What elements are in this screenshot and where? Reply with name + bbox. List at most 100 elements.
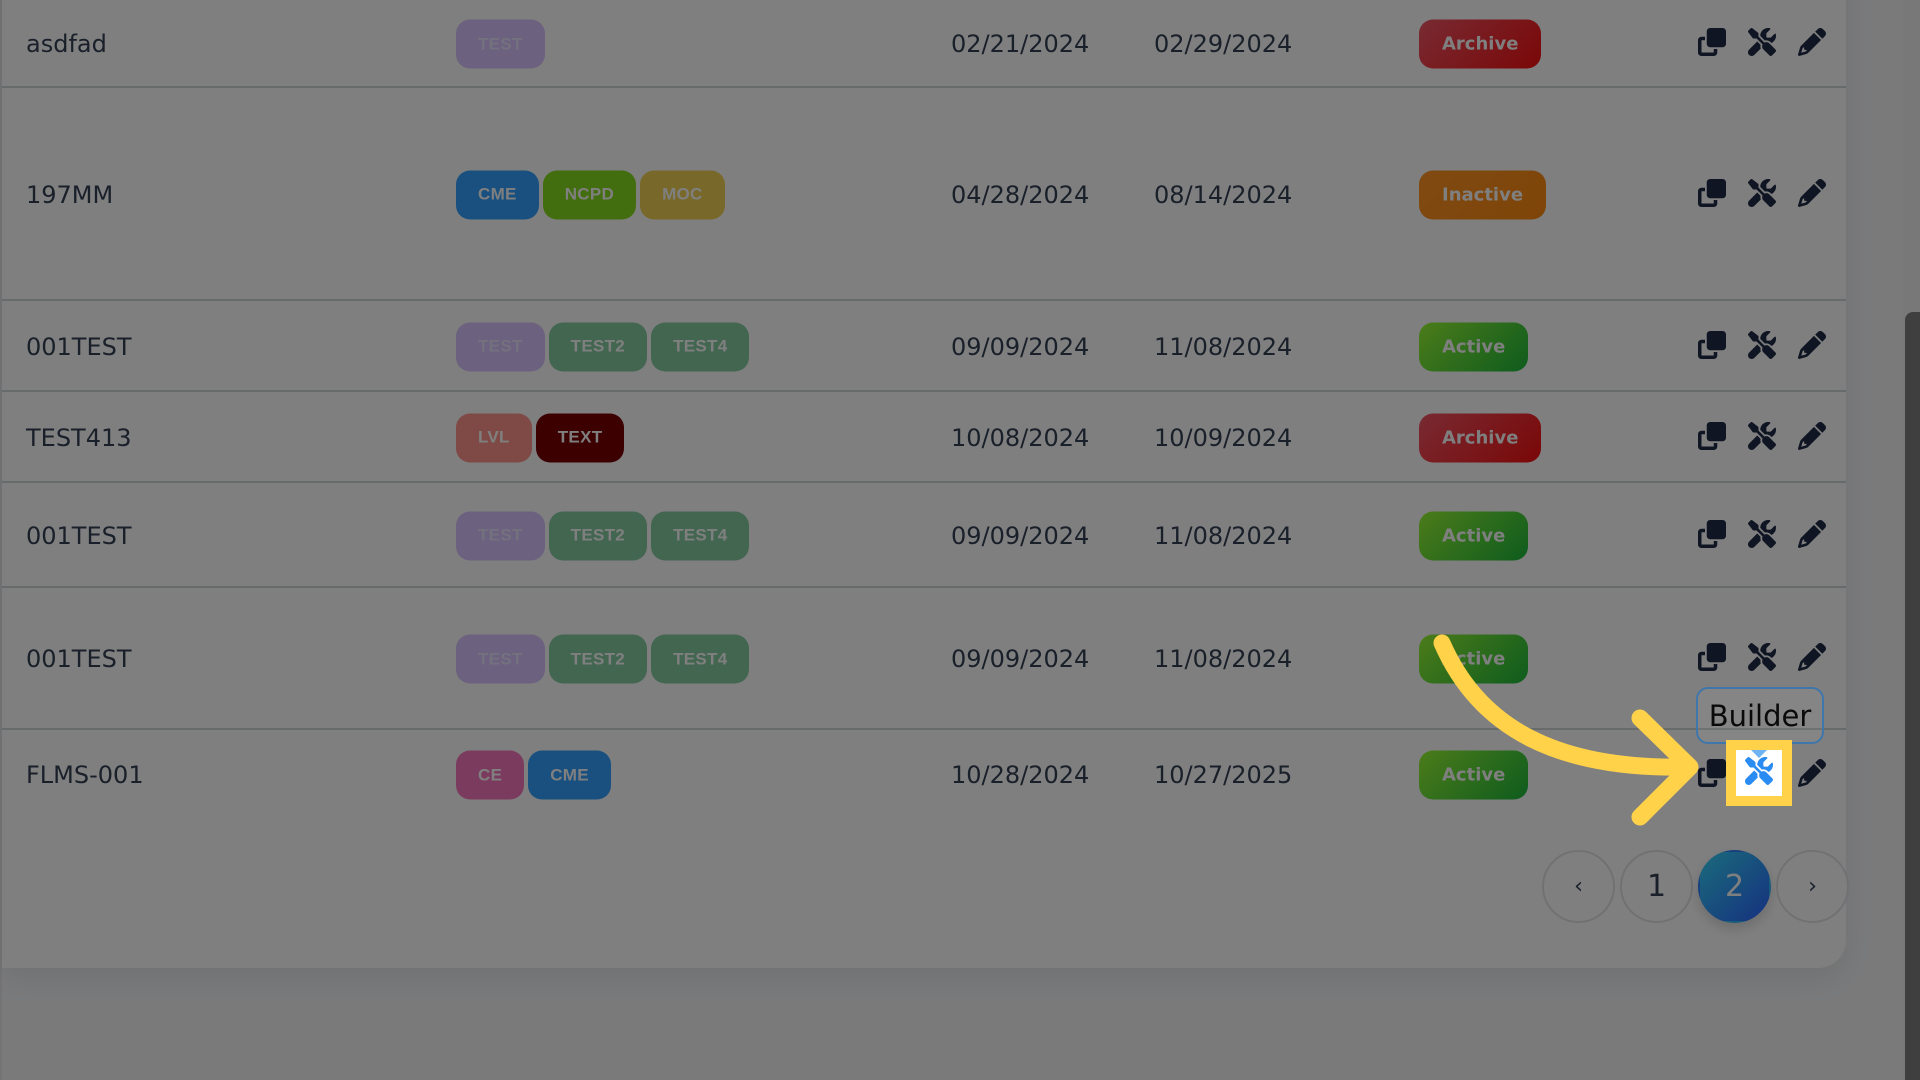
screwdriver-wrench-icon bbox=[1747, 27, 1776, 60]
pencil-icon bbox=[1798, 758, 1826, 791]
end-date: 11/08/2024 bbox=[1154, 645, 1293, 673]
credit-badges: TEST TEST2 TEST4 bbox=[456, 634, 750, 684]
credit-badge: CME bbox=[528, 750, 611, 800]
credit-badges: LVL TEXT bbox=[456, 413, 625, 462]
screwdriver-wrench-icon bbox=[1747, 519, 1776, 552]
end-date: 10/27/2025 bbox=[1154, 761, 1293, 789]
copy-button[interactable] bbox=[1696, 28, 1728, 60]
copy-button[interactable] bbox=[1696, 178, 1728, 211]
course-name: 001TEST bbox=[26, 645, 132, 673]
highlighted-builder-button[interactable] bbox=[1726, 740, 1792, 806]
screwdriver-wrench-icon bbox=[1747, 421, 1776, 454]
credit-badge: TEST4 bbox=[651, 322, 750, 371]
builder-button[interactable] bbox=[1746, 330, 1778, 363]
pagination: ‹ 1 2 › bbox=[1542, 850, 1849, 923]
credit-badge: TEST4 bbox=[651, 511, 750, 560]
screwdriver-wrench-icon bbox=[1747, 330, 1776, 363]
edit-button[interactable] bbox=[1796, 178, 1828, 211]
start-date: 09/09/2024 bbox=[951, 645, 1090, 673]
credit-badges: TEST bbox=[456, 19, 545, 69]
copy-button[interactable] bbox=[1696, 643, 1728, 675]
credit-badge: TEXT bbox=[535, 413, 625, 462]
edit-button[interactable] bbox=[1796, 519, 1828, 552]
edit-button[interactable] bbox=[1796, 758, 1828, 791]
credit-badge: NCPD bbox=[542, 170, 637, 219]
course-name: 197MM bbox=[26, 180, 114, 209]
status-cell: Active bbox=[1419, 511, 1529, 560]
edit-button[interactable] bbox=[1796, 27, 1828, 60]
credit-badge: TEST2 bbox=[548, 322, 648, 371]
end-date: 08/14/2024 bbox=[1154, 180, 1293, 209]
status-badge: Active bbox=[1419, 511, 1529, 560]
status-badge: Active bbox=[1419, 750, 1529, 800]
pencil-icon bbox=[1798, 642, 1826, 675]
credit-badge: CE bbox=[456, 750, 525, 800]
credit-badges: TEST TEST2 TEST4 bbox=[456, 322, 750, 371]
credit-badges: CE CME bbox=[456, 750, 611, 800]
credit-badge: CME bbox=[456, 170, 539, 219]
builder-button[interactable] bbox=[1746, 421, 1778, 454]
status-cell: Inactive bbox=[1419, 170, 1547, 219]
end-date: 11/08/2024 bbox=[1154, 332, 1293, 361]
table-row: 001TEST TEST TEST2 TEST4 09/09/2024 11/08/202… bbox=[2, 483, 1846, 588]
table-row: 001TEST TEST TEST2 TEST4 09/09/2024 11/08/202… bbox=[2, 588, 1846, 730]
prev-page-button[interactable]: ‹ bbox=[1542, 850, 1615, 923]
pencil-icon bbox=[1798, 330, 1826, 363]
credit-badge: TEST bbox=[456, 634, 545, 684]
row-actions bbox=[1696, 642, 1828, 675]
next-page-button[interactable]: › bbox=[1776, 850, 1849, 923]
status-cell: Active bbox=[1419, 634, 1529, 684]
scrollbar-thumb[interactable] bbox=[1905, 312, 1920, 1080]
table-row: TEST413 LVL TEXT 10/08/2024 10/09/2024 Archiv… bbox=[2, 392, 1846, 483]
status-badge: Archive bbox=[1419, 413, 1542, 462]
page-1-button[interactable]: 1 bbox=[1620, 850, 1693, 923]
start-date: 02/21/2024 bbox=[951, 30, 1090, 58]
builder-tooltip: Builder bbox=[1696, 687, 1824, 744]
course-name: 001TEST bbox=[26, 332, 132, 361]
copy-icon bbox=[1698, 759, 1726, 791]
builder-button[interactable] bbox=[1746, 27, 1778, 60]
page-2-button[interactable]: 2 bbox=[1698, 850, 1771, 923]
credit-badge: TEST bbox=[456, 511, 545, 560]
copy-button[interactable] bbox=[1696, 330, 1728, 363]
credit-badge: TEST bbox=[456, 322, 545, 371]
screwdriver-wrench-icon bbox=[1747, 642, 1776, 675]
credit-badge: TEST2 bbox=[548, 511, 648, 560]
course-name: asdfad bbox=[26, 30, 107, 58]
start-date: 10/28/2024 bbox=[951, 761, 1090, 789]
edit-button[interactable] bbox=[1796, 330, 1828, 363]
start-date: 10/08/2024 bbox=[951, 423, 1090, 452]
start-date: 09/09/2024 bbox=[951, 332, 1090, 361]
copy-button[interactable] bbox=[1696, 759, 1728, 791]
credit-badge: TEST bbox=[456, 19, 545, 69]
row-actions bbox=[1696, 178, 1828, 211]
pencil-icon bbox=[1798, 421, 1826, 454]
course-name: FLMS-001 bbox=[26, 761, 144, 789]
copy-icon bbox=[1698, 421, 1726, 454]
copy-button[interactable] bbox=[1696, 421, 1728, 454]
credit-badge: MOC bbox=[640, 170, 725, 219]
row-actions bbox=[1696, 421, 1828, 454]
copy-button[interactable] bbox=[1696, 519, 1728, 552]
status-badge: Archive bbox=[1419, 19, 1542, 69]
course-name: 001TEST bbox=[26, 521, 132, 550]
end-date: 02/29/2024 bbox=[1154, 30, 1293, 58]
tooltip-text: Builder bbox=[1708, 698, 1812, 733]
builder-button[interactable] bbox=[1746, 178, 1778, 211]
builder-button[interactable] bbox=[1746, 642, 1778, 675]
copy-icon bbox=[1698, 28, 1726, 60]
table-row: FLMS-001 CE CME 10/28/2024 10/27/2025 Active bbox=[2, 730, 1846, 820]
tooltip-pointer bbox=[1751, 750, 1767, 758]
credit-badges: TEST TEST2 TEST4 bbox=[456, 511, 750, 560]
copy-icon bbox=[1698, 178, 1726, 211]
status-badge: Inactive bbox=[1419, 170, 1547, 219]
row-actions bbox=[1696, 519, 1828, 552]
edit-button[interactable] bbox=[1796, 421, 1828, 454]
credit-badge: LVL bbox=[456, 413, 532, 462]
credit-badge: TEST2 bbox=[548, 634, 648, 684]
end-date: 11/08/2024 bbox=[1154, 521, 1293, 550]
end-date: 10/09/2024 bbox=[1154, 423, 1293, 452]
edit-button[interactable] bbox=[1796, 642, 1828, 675]
row-actions bbox=[1696, 27, 1828, 60]
builder-button[interactable] bbox=[1746, 519, 1778, 552]
